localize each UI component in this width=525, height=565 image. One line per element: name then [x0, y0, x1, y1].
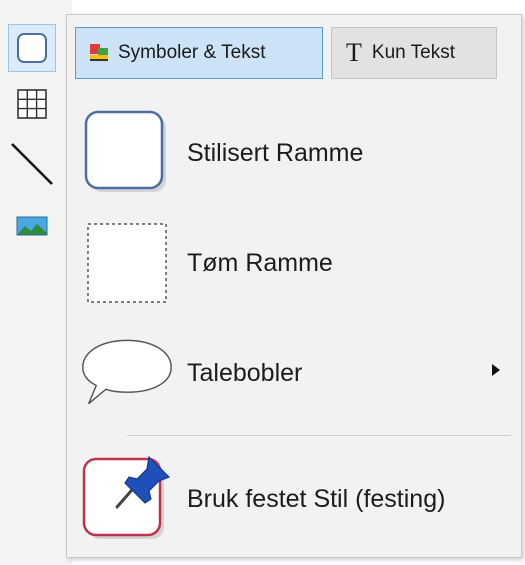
tab-text-only-label: Kun Tekst	[371, 42, 455, 63]
menu-item-label: Bruk festet Stil (festing)	[187, 484, 446, 513]
symbols-icon	[88, 42, 110, 64]
tab-text-only[interactable]: T Kun Tekst	[331, 27, 497, 79]
rounded-rect-icon	[17, 33, 47, 63]
menu-item-label: Stilisert Ramme	[187, 138, 364, 167]
speech-bubble-icon	[82, 339, 172, 405]
image-tool-button[interactable]	[8, 202, 56, 250]
grid-icon	[17, 89, 47, 119]
empty-frame-icon	[87, 223, 167, 303]
text-t-icon: T	[346, 38, 362, 67]
menu-item-empty-frame[interactable]: Tøm Ramme	[79, 213, 509, 313]
left-toolbar	[0, 0, 72, 565]
tab-symbols-and-text-label: Symboler & Tekst	[118, 42, 266, 63]
frame-tool-button[interactable]	[8, 24, 56, 72]
grid-tool-button[interactable]	[8, 80, 56, 128]
pinned-style-icon	[82, 455, 171, 539]
menu-item-label: Talebobler	[187, 358, 303, 387]
tab-symbols-and-text[interactable]: Symboler & Tekst	[75, 27, 323, 79]
menu-item-styled-frame[interactable]: Stilisert Ramme	[79, 103, 509, 203]
submenu-arrow-icon	[492, 364, 500, 376]
line-tool-button[interactable]	[8, 140, 56, 188]
menu-divider	[127, 435, 511, 436]
frame-style-menu: Symboler & Tekst T Kun Tekst Stilisert R…	[66, 14, 522, 558]
menu-item-label: Tøm Ramme	[187, 248, 333, 277]
menu-item-speech-bubbles[interactable]: Talebobler	[79, 323, 509, 423]
line-icon	[11, 143, 53, 185]
image-icon	[16, 216, 48, 236]
menu-item-pinned-style[interactable]: Bruk festet Stil (festing)	[79, 449, 509, 549]
styled-frame-icon	[84, 110, 166, 192]
